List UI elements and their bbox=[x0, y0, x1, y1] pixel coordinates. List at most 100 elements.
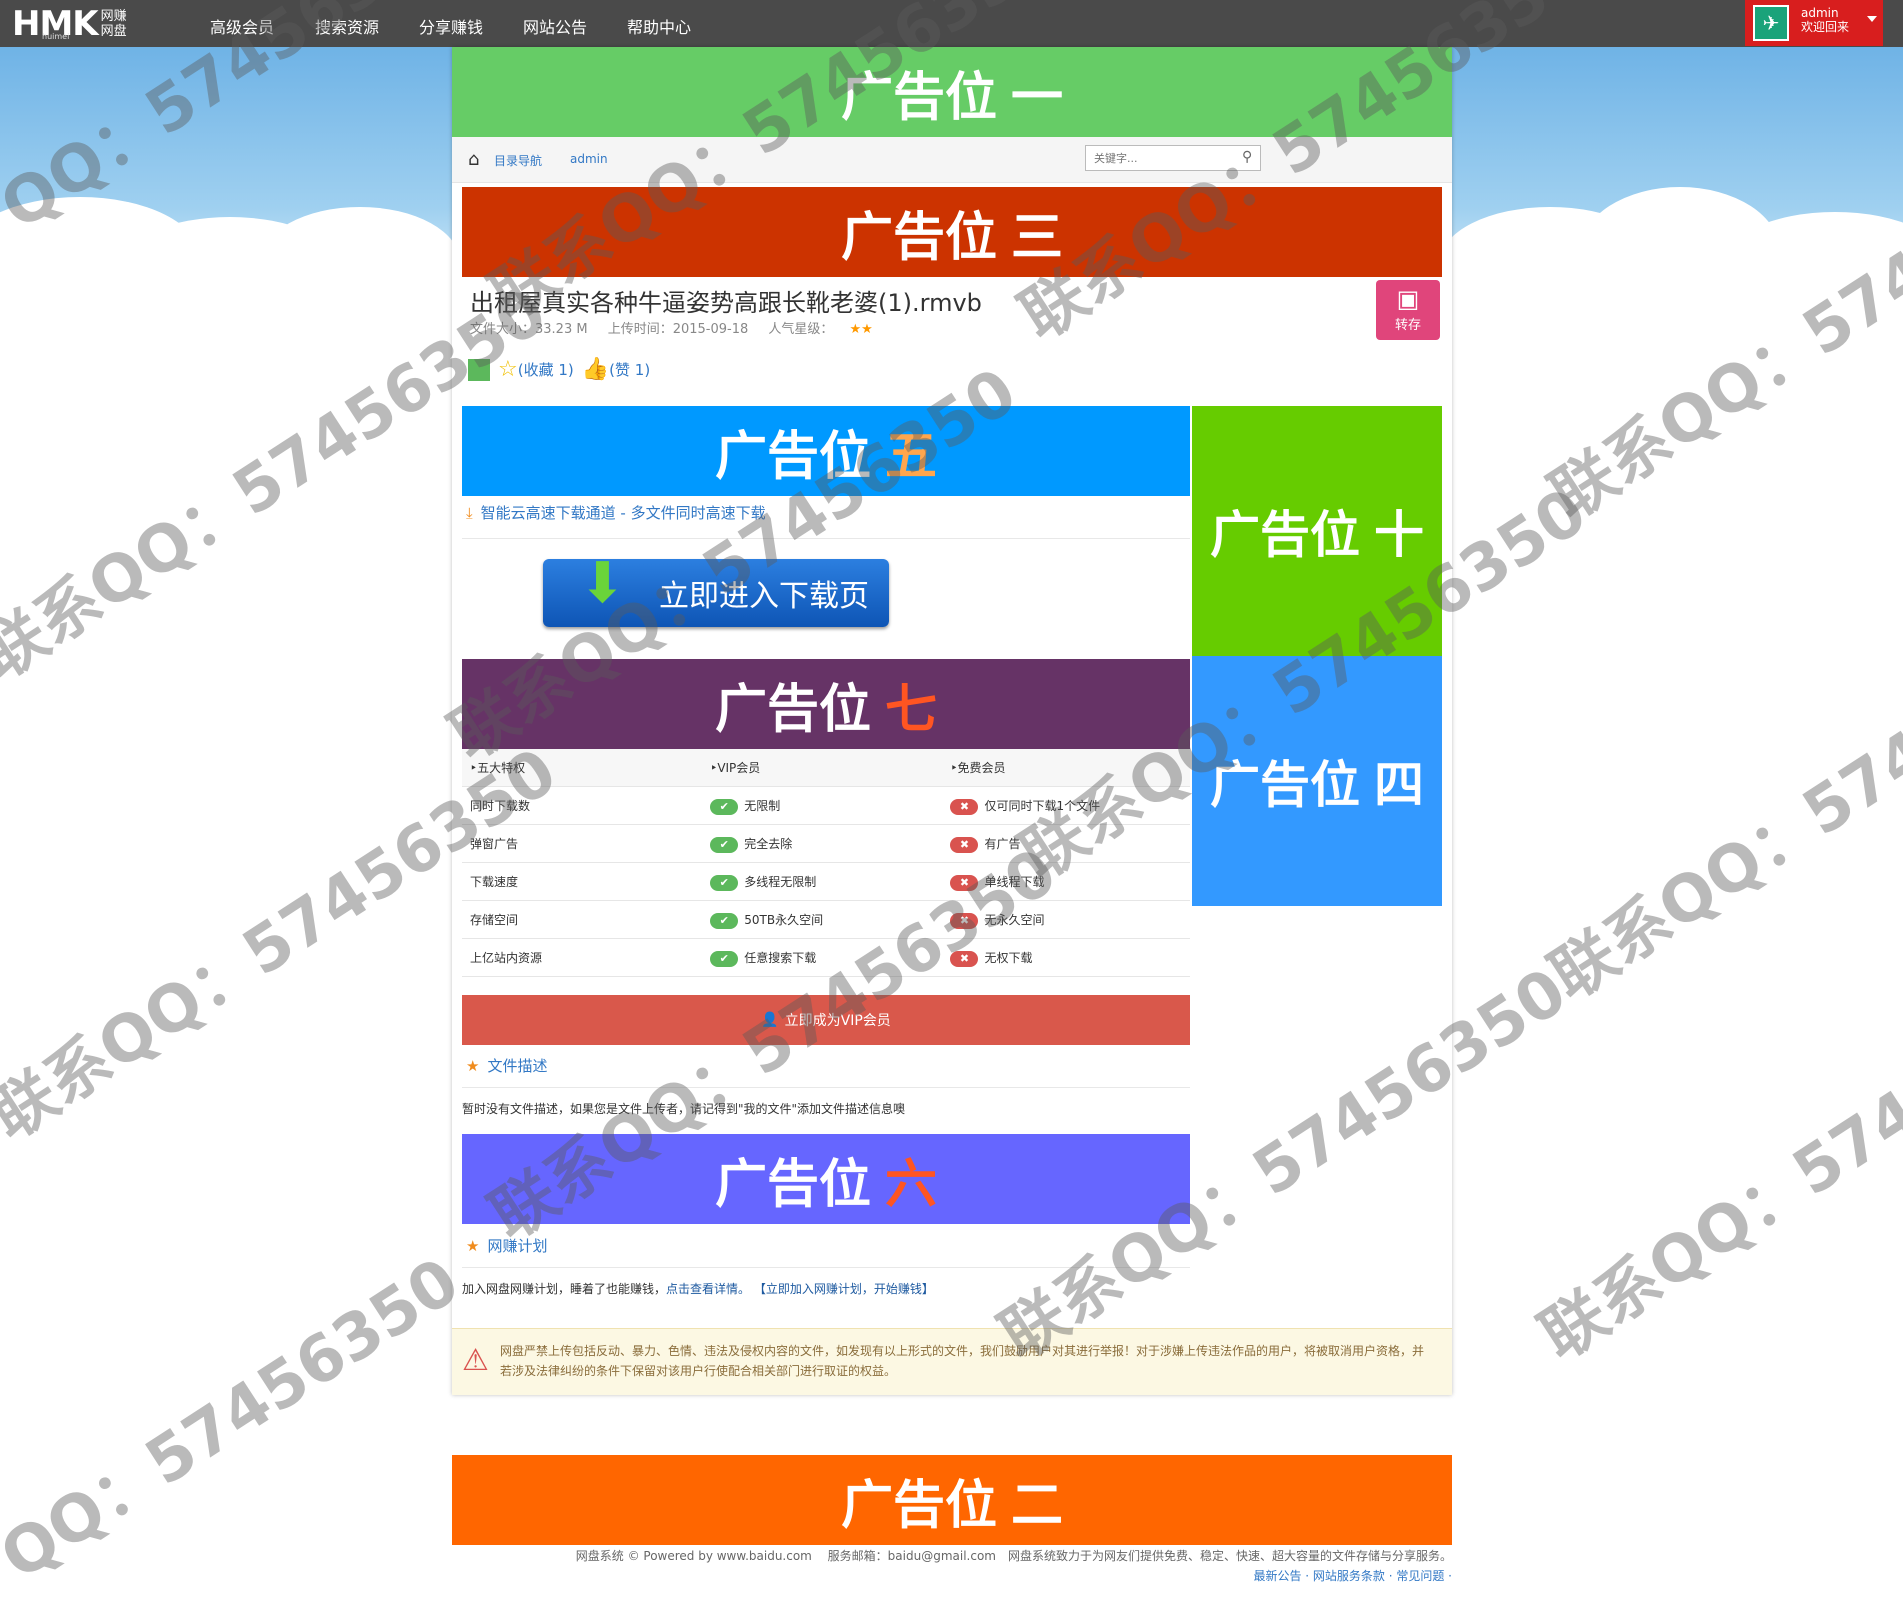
ad-label: 广告位 bbox=[1210, 756, 1360, 814]
description-heading: ★ 文件描述 bbox=[462, 1055, 1190, 1088]
ad-slot-1[interactable]: 广告位一 bbox=[452, 47, 1452, 137]
file-title: 出租屋真实各种牛逼姿势高跟长靴老婆(1).rmvb bbox=[470, 289, 982, 317]
check-icon: ✔ bbox=[710, 874, 739, 891]
cross-icon: ✖ bbox=[950, 912, 979, 929]
home-icon[interactable]: ⌂ bbox=[468, 149, 479, 170]
download-channel-label: 智能云高速下载通道 - 多文件同时高速下载 bbox=[480, 504, 766, 522]
footer: 网盘系统 © Powered by www.baidu.com 服务邮箱：bai… bbox=[452, 1546, 1452, 1586]
table-header: ‣免费会员 bbox=[942, 749, 1190, 787]
download-page-button[interactable]: ⬇ 立即进入下载页 bbox=[543, 551, 889, 627]
user-icon: 👤 bbox=[761, 1012, 779, 1028]
nav-item-help[interactable]: 帮助中心 bbox=[627, 14, 691, 38]
star-icon: ★★ bbox=[849, 322, 873, 337]
ad-label: 广告位 bbox=[714, 426, 871, 487]
ad-slot-2[interactable]: 广告位二 bbox=[452, 1455, 1452, 1545]
file-meta: 文件大小：33.23 M 上传时间：2015-09-18 人气星级： ★★ bbox=[470, 318, 905, 337]
table-row: 下载速度 ✔ 多线程无限制 ✖ 单线程下载 bbox=[462, 862, 1190, 901]
ad-slot-3[interactable]: 广告位三 bbox=[462, 187, 1442, 277]
cross-icon: ✖ bbox=[950, 836, 979, 853]
ad-label: 广告位 bbox=[840, 1475, 997, 1536]
table-cell: ✖ 仅可同时下载1个文件 bbox=[942, 786, 1190, 825]
user-avatar-icon: ✈ bbox=[1753, 5, 1789, 41]
nav-item-notice[interactable]: 网站公告 bbox=[523, 14, 587, 38]
description-heading-link[interactable]: 文件描述 bbox=[487, 1057, 547, 1075]
main-container: 广告位一 ⌂ 目录导航 admin ⚲ 广告位三 出租屋真实各种牛逼姿势高跟长靴… bbox=[452, 47, 1452, 1395]
become-vip-button[interactable]: 👤 立即成为VIP会员 bbox=[462, 995, 1190, 1045]
caret-down-icon bbox=[1867, 16, 1877, 22]
download-icon: ⤓ bbox=[466, 504, 473, 522]
thumbs-up-icon[interactable]: 👍 bbox=[582, 357, 609, 382]
qr-code-icon[interactable] bbox=[468, 358, 490, 381]
table-cell: 下载速度 bbox=[462, 862, 703, 901]
ad-slot-10[interactable]: 广告位十 bbox=[1192, 406, 1442, 656]
table-cell: ✖ 单线程下载 bbox=[942, 862, 1190, 901]
watermark: 联系QQ：57456350 bbox=[1528, 954, 1903, 1375]
breadcrumb-dir[interactable]: 目录导航 bbox=[494, 152, 542, 169]
table-cell: ✔ 50TB永久空间 bbox=[702, 900, 943, 939]
table-cell: 弹窗广告 bbox=[462, 824, 703, 863]
table-cell: 上亿站内资源 bbox=[462, 938, 703, 977]
table-header: ‣VIP会员 bbox=[702, 749, 943, 787]
save-label: 转存 bbox=[1394, 318, 1421, 333]
floppy-disk-icon: ▣ bbox=[1396, 285, 1420, 313]
breadcrumb-user[interactable]: admin bbox=[570, 152, 608, 166]
star-icon: ★ bbox=[466, 1237, 480, 1255]
table-cell: ✖ 无永久空间 bbox=[942, 900, 1190, 939]
ad-label: 广告位 bbox=[714, 1154, 871, 1215]
ad-slot-7[interactable]: 广告位七 bbox=[462, 659, 1190, 749]
ad-label: 广告位 bbox=[1210, 506, 1360, 564]
table-cell: 存储空间 bbox=[462, 900, 703, 939]
ad-label: 广告位 bbox=[714, 679, 871, 740]
warning-text: 网盘严禁上传包括反动、暴力、色情、违法及侵权内容的文件，如发现有以上形式的文件，… bbox=[500, 1344, 1425, 1378]
ad-number: 十 bbox=[1374, 506, 1424, 564]
check-icon: ✔ bbox=[710, 950, 739, 967]
nav-item-vip[interactable]: 高级会员 bbox=[210, 14, 274, 38]
table-cell: ✖ 有广告 bbox=[942, 824, 1190, 863]
ad-slot-6[interactable]: 广告位六 bbox=[462, 1134, 1190, 1224]
search-input[interactable] bbox=[1085, 145, 1261, 171]
ad-number: 一 bbox=[1011, 67, 1064, 128]
file-upload-time: 上传时间：2015-09-18 bbox=[607, 322, 749, 337]
ad-slot-5[interactable]: 广告位五 bbox=[462, 406, 1190, 496]
logo-tiny-text: huimei bbox=[42, 32, 70, 41]
download-channel[interactable]: ⤓ 智能云高速下载通道 - 多文件同时高速下载 bbox=[462, 502, 1190, 539]
plan-text: 加入网盘网赚计划，睡着了也能赚钱，点击查看详情。 【立即加入网赚计划，开始赚钱】 bbox=[462, 1282, 934, 1296]
warning-icon: ⚠ bbox=[462, 1343, 489, 1378]
top-navbar: HMK 网赚 网盘 huimei 高级会员 搜索资源 分享赚钱 网站公告 帮助中心… bbox=[0, 0, 1903, 47]
file-actions: ☆ (收藏 1) 👍 (赞 1) bbox=[468, 357, 650, 382]
footer-links[interactable]: 最新公告 · 网站服务条款 · 常见问题 · bbox=[452, 1566, 1452, 1586]
table-cell: ✔ 无限制 bbox=[702, 786, 943, 825]
user-menu[interactable]: ✈ admin 欢迎回来 bbox=[1745, 0, 1883, 46]
plan-heading-link[interactable]: 网赚计划 bbox=[487, 1237, 547, 1255]
like-link[interactable]: (赞 1) bbox=[609, 359, 650, 380]
logo-sub: 网赚 网盘 bbox=[100, 9, 127, 39]
ad-label: 广告位 bbox=[840, 67, 997, 128]
table-row: 弹窗广告 ✔ 完全去除 ✖ 有广告 bbox=[462, 824, 1190, 863]
watermark: 联系QQ：57456350 bbox=[1538, 594, 1903, 1015]
footer-copyright: 网盘系统 © Powered by www.baidu.com 服务邮箱：bai… bbox=[575, 1549, 1452, 1563]
ad-number: 六 bbox=[885, 1154, 938, 1215]
file-size: 文件大小：33.23 M bbox=[470, 322, 588, 337]
ad-label: 广告位 bbox=[840, 207, 997, 268]
check-icon: ✔ bbox=[710, 798, 739, 815]
cross-icon: ✖ bbox=[950, 874, 979, 891]
file-description: 暂时没有文件描述，如果您是文件上传者，请记得到"我的文件"添加文件描述信息噢 bbox=[462, 1102, 906, 1116]
cross-icon: ✖ bbox=[950, 798, 979, 815]
plan-details-link[interactable]: 点击查看详情。 bbox=[666, 1282, 750, 1296]
nav-item-search[interactable]: 搜索资源 bbox=[315, 14, 379, 38]
save-button[interactable]: ▣ 转存 bbox=[1376, 280, 1440, 340]
table-cell: ✖ 无权下载 bbox=[942, 938, 1190, 977]
star-favorite-icon[interactable]: ☆ bbox=[498, 357, 518, 382]
plan-heading: ★ 网赚计划 bbox=[462, 1235, 1190, 1268]
nav-item-share[interactable]: 分享赚钱 bbox=[419, 14, 483, 38]
search-icon[interactable]: ⚲ bbox=[1242, 149, 1252, 165]
site-logo[interactable]: HMK 网赚 网盘 huimei bbox=[12, 4, 127, 44]
join-plan-link[interactable]: 【立即加入网赚计划，开始赚钱】 bbox=[754, 1282, 934, 1296]
favorite-link[interactable]: (收藏 1) bbox=[518, 359, 574, 380]
check-icon: ✔ bbox=[710, 912, 739, 929]
ad-slot-4[interactable]: 广告位四 bbox=[1192, 656, 1442, 906]
ad-number: 二 bbox=[1011, 1475, 1064, 1536]
table-cell: ✔ 任意搜索下载 bbox=[702, 938, 943, 977]
breadcrumb: ⌂ 目录导航 admin ⚲ bbox=[452, 137, 1452, 183]
check-icon: ✔ bbox=[710, 836, 739, 853]
